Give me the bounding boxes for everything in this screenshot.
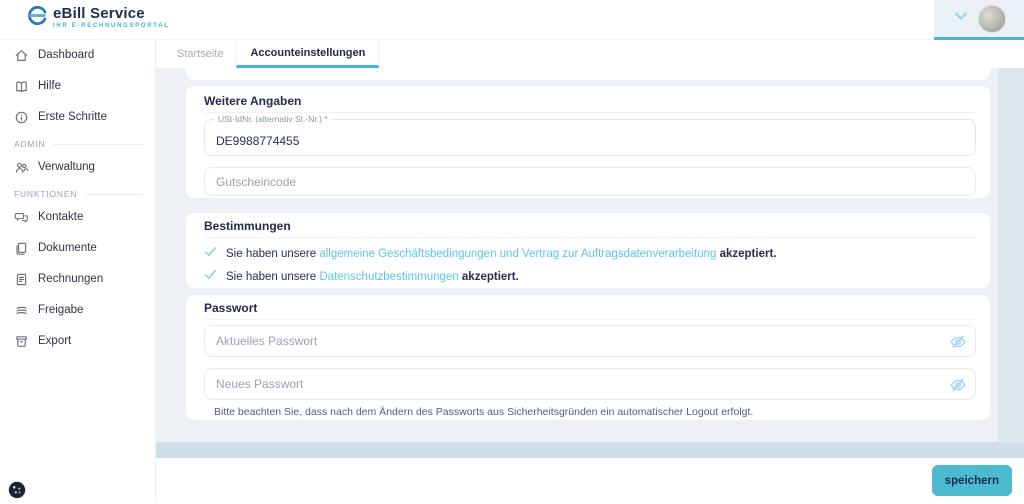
toggle-password-visibility-button[interactable]: [949, 376, 967, 394]
horizontal-scrollbar[interactable]: [156, 442, 1024, 458]
user-menu[interactable]: [934, 0, 1024, 40]
sidebar-item-label: Freigabe: [38, 304, 84, 316]
terms-text: Sie haben unsere Datenschutzbestimmungen…: [226, 271, 519, 283]
gutscheincode-input[interactable]: [205, 168, 975, 195]
agb-link[interactable]: allgemeine Geschäftsbedingungen und Vert…: [319, 248, 716, 260]
top-bar: eBill Service IHR E-RECHNUNGSPORTAL: [0, 0, 1024, 40]
section-weitere-angaben: Weitere Angaben USt-IdNr. (alternativ St…: [186, 86, 990, 198]
sidebar-item-label: Export: [38, 335, 72, 347]
terms-text: Sie haben unsere allgemeine Geschäftsbed…: [226, 248, 777, 260]
password-note: Bitte beachten Sie, dass nach dem Ändern…: [214, 406, 754, 418]
ust-idnr-label: USt-IdNr. (alternativ St.-Nr.) *: [214, 114, 332, 124]
cookie-settings-icon[interactable]: [8, 481, 26, 499]
sidebar-item-kontakte[interactable]: Kontakte: [14, 206, 155, 228]
section-heading: Bestimmungen: [204, 213, 976, 238]
section-heading: Weitere Angaben: [204, 86, 976, 113]
documents-icon: [14, 241, 29, 256]
divider: [53, 143, 143, 145]
layers-icon: [14, 303, 29, 318]
sidebar-item-dashboard[interactable]: Dashboard: [14, 44, 155, 66]
new-password-input[interactable]: [205, 369, 975, 399]
sidebar-item-export[interactable]: Export: [14, 330, 155, 352]
vertical-scrollbar[interactable]: [998, 68, 1024, 442]
avatar[interactable]: [977, 4, 1006, 33]
toggle-password-visibility-button[interactable]: [949, 333, 967, 351]
invoice-icon: [14, 272, 29, 287]
ebill-logo-icon: [27, 5, 48, 31]
sidebar-item-label: Verwaltung: [38, 161, 95, 173]
current-password-input[interactable]: [205, 326, 975, 356]
sidebar: Dashboard Hilfe Erste Schritte ADMIN Ver…: [0, 40, 156, 502]
new-password-field: [204, 368, 976, 400]
sidebar-item-label: Dashboard: [38, 49, 95, 61]
tab-bar: Startseite Accounteinstellungen: [156, 40, 1024, 68]
sidebar-item-verwaltung[interactable]: Verwaltung: [14, 156, 155, 178]
tab-accounteinstellungen[interactable]: Accounteinstellungen: [236, 40, 380, 68]
sidebar-item-rechnungen[interactable]: Rechnungen: [14, 268, 155, 290]
sidebar-item-hilfe[interactable]: Hilfe: [14, 75, 155, 97]
brand-logo: eBill Service IHR E-RECHNUNGSPORTAL: [27, 5, 170, 31]
current-password-field: [204, 325, 976, 357]
brand-tagline: IHR E-RECHNUNGSPORTAL: [53, 23, 170, 29]
chevron-down-icon[interactable]: [953, 9, 969, 28]
sidebar-item-label: Erste Schritte: [38, 111, 108, 123]
terms-row-datenschutz: Sie haben unsere Datenschutzbestimmungen…: [204, 268, 976, 286]
action-bar: speichern: [156, 458, 1024, 502]
sidebar-item-erste-schritte[interactable]: Erste Schritte: [14, 106, 155, 128]
brand-name: eBill Service: [53, 5, 145, 22]
sidebar-item-dokumente[interactable]: Dokumente: [14, 237, 155, 259]
sidebar-item-freigabe[interactable]: Freigabe: [14, 299, 155, 321]
check-icon: [204, 268, 217, 286]
sidebar-item-label: Rechnungen: [38, 273, 104, 285]
datenschutz-link[interactable]: Datenschutzbestimmungen: [319, 271, 458, 283]
divider: [85, 193, 143, 195]
home-icon: [14, 48, 29, 63]
sidebar-item-label: Hilfe: [38, 80, 62, 92]
section-passwort: Passwort Aktuelles Passwort Neues Passwo…: [186, 295, 990, 420]
scrolled-card-fragment: [186, 68, 990, 80]
section-heading: Passwort: [204, 295, 976, 320]
sidebar-section-funktionen: FUNKTIONEN: [14, 187, 155, 201]
export-icon: [14, 334, 29, 349]
sidebar-item-label: Dokumente: [38, 242, 97, 254]
sidebar-section-admin: ADMIN: [14, 137, 155, 151]
info-icon: [14, 110, 29, 125]
chat-icon: [14, 210, 29, 225]
save-button[interactable]: speichern: [931, 465, 1012, 496]
check-icon: [204, 245, 217, 263]
users-icon: [14, 160, 29, 175]
ust-idnr-input[interactable]: [205, 120, 975, 155]
gutscheincode-field: [204, 167, 976, 196]
sidebar-item-label: Kontakte: [38, 211, 84, 223]
settings-scroll-area: Weitere Angaben USt-IdNr. (alternativ St…: [156, 68, 1024, 442]
terms-row-agb: Sie haben unsere allgemeine Geschäftsbed…: [204, 245, 976, 263]
section-bestimmungen: Bestimmungen Sie haben unsere allgemeine…: [186, 213, 990, 288]
ust-idnr-field: USt-IdNr. (alternativ St.-Nr.) *: [204, 114, 976, 156]
main-content: Startseite Accounteinstellungen Weitere …: [156, 40, 1024, 502]
tab-startseite[interactable]: Startseite: [164, 40, 236, 68]
book-icon: [14, 79, 29, 94]
